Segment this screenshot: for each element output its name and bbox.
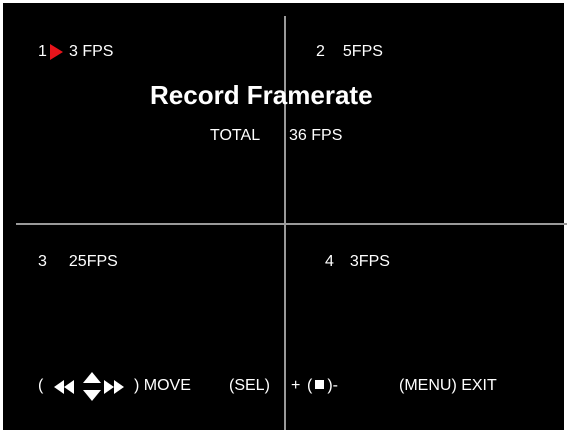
channel-1-number: 1 (38, 43, 47, 60)
stop-square-icon (315, 380, 325, 389)
move-hint-label: ) MOVE (134, 377, 191, 394)
total-label: TOTAL (210, 127, 261, 144)
frame-border-top (0, 0, 567, 3)
right-double-arrow-icon (104, 380, 114, 394)
channel-1-fps[interactable]: 3 FPS (69, 42, 113, 62)
stop-hint: ( )- (307, 376, 338, 396)
channel-4-item[interactable]: 4 3FPS (325, 252, 390, 272)
left-double-arrow-icon (54, 380, 64, 394)
frame-border-left (0, 0, 3, 430)
left-double-arrow-icon-b (64, 380, 74, 394)
right-double-arrow-icon-b (114, 380, 124, 394)
selection-arrow-icon (50, 44, 63, 60)
channel-2-item[interactable]: 2 5FPS (316, 42, 383, 62)
quad-divider-horizontal (16, 223, 567, 225)
stop-hint-open: ( (307, 377, 313, 394)
channel-3-number: 3 (38, 253, 47, 270)
up-arrow-icon (83, 372, 101, 383)
down-arrow-icon (83, 390, 101, 401)
move-arrows-icon (52, 370, 134, 404)
channel-2-fps: 5FPS (342, 43, 383, 60)
channel-2-number: 2 (316, 43, 325, 60)
channel-3-fps: 25FPS (68, 253, 118, 270)
page-title: Record Framerate (150, 80, 373, 110)
channel-4-fps: 3FPS (349, 253, 390, 270)
sel-hint-label: (SEL) (229, 377, 270, 394)
move-hint-paren: ( (38, 377, 44, 394)
plus-hint-label: + (291, 377, 301, 394)
channel-4-number: 4 (325, 253, 334, 270)
osd-screen: 1 3 FPS 2 5FPS Record Framerate TOTAL 36 … (0, 0, 567, 430)
menu-exit-hint: (MENU) EXIT (399, 377, 497, 394)
channel-3-item[interactable]: 3 25FPS (38, 252, 118, 272)
stop-hint-close: )- (327, 377, 338, 394)
total-value: 36 FPS (289, 127, 343, 144)
